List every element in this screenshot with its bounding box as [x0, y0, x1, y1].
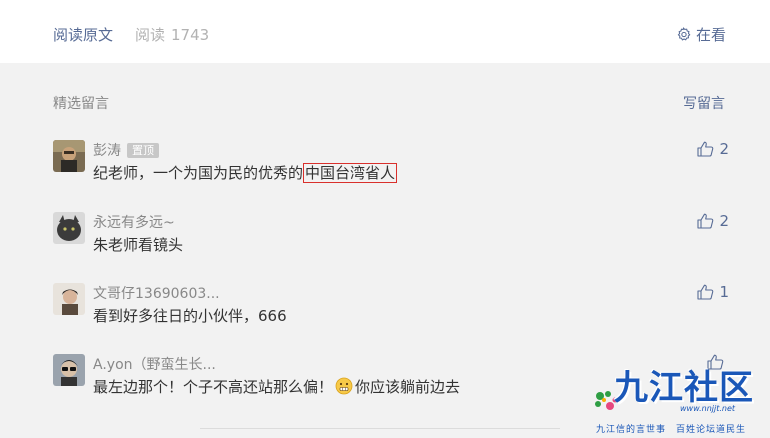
thumbs-up-icon [697, 213, 714, 229]
nickname-text: 彭涛 [93, 143, 121, 159]
like-count: 2 [719, 212, 729, 230]
comment-text: 看到好多往日的小伙伴，666 [93, 307, 287, 325]
like-count: 1 [719, 283, 729, 301]
avatar[interactable] [53, 212, 85, 244]
thumbs-up-icon [697, 141, 714, 157]
comment-item: 文哥仔13690603... 看到好多往日的小伙伴，666 1 [53, 283, 733, 331]
like-button[interactable]: 2 [697, 140, 729, 158]
avatar[interactable] [53, 354, 85, 386]
article-footer-bar: 阅读原文 阅读 1743 在看 [0, 0, 770, 63]
watermark-site: www.nnjjt.net [680, 404, 736, 413]
thumbs-up-icon [697, 284, 714, 300]
pinned-badge: 置顶 [127, 143, 159, 158]
comment-nickname: 永远有多远~ [93, 215, 175, 231]
comment-text-part: 纪老师，一个为国为民的优秀的 [93, 164, 304, 182]
comment-text-part: 最左边那个！个子不高还站那么偏！ [93, 378, 334, 396]
watermark-slogan: 九江信的言世事 百姓论坛道民生 [596, 425, 747, 435]
zaikan-button[interactable]: 在看 [676, 24, 726, 45]
highlighted-text: 中国台湾省人 [303, 163, 398, 183]
grimace-emoji-icon [335, 377, 353, 399]
comment-text: 最左边那个！个子不高还站那么偏！ 你应该躺前边去 [93, 376, 460, 399]
zaikan-label: 在看 [696, 26, 727, 44]
comment-text: 纪老师，一个为国为民的优秀的 中国台湾省人 [93, 162, 398, 183]
comment-text: 朱老师看镜头 [93, 236, 184, 254]
featured-comments-title: 精选留言 [53, 96, 109, 112]
read-original-link[interactable]: 阅读原文 [53, 24, 113, 45]
comment-text-part: 你应该躺前边去 [355, 378, 461, 396]
avatar[interactable] [53, 140, 85, 172]
comment-nickname: A.yon（野蛮生长... [93, 357, 216, 373]
like-count: 2 [719, 140, 729, 158]
comment-item: 彭涛 置顶 纪老师，一个为国为民的优秀的 中国台湾省人 2 [53, 140, 733, 188]
comment-nickname: 文哥仔13690603... [93, 286, 220, 302]
site-watermark: 九江社区 www.nnjjt.net 九江信的言世事 百姓论坛道民生 [586, 360, 768, 436]
comment-nickname: 彭涛 置顶 [93, 140, 159, 160]
like-button[interactable]: 1 [697, 283, 729, 301]
read-count-value: 1743 [171, 26, 210, 44]
divider [200, 428, 560, 429]
avatar[interactable] [53, 283, 85, 315]
watermark-title: 九江社区 [614, 368, 754, 408]
zaikan-icon [677, 27, 691, 41]
write-comment-link[interactable]: 写留言 [683, 93, 725, 113]
comment-item: 永远有多远~ 朱老师看镜头 2 [53, 212, 733, 260]
like-button[interactable]: 2 [697, 212, 729, 230]
read-label: 阅读 [135, 26, 166, 44]
read-count: 阅读 1743 [135, 24, 209, 45]
